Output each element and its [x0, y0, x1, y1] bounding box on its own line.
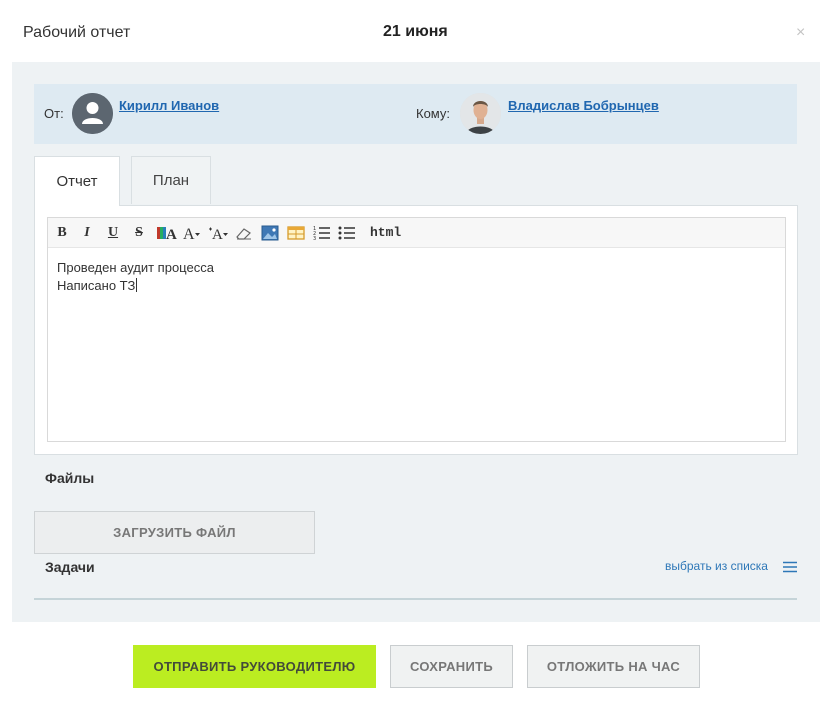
sender-avatar	[72, 93, 113, 134]
close-icon[interactable]: ×	[796, 24, 805, 42]
modal-title: Рабочий отчет	[23, 24, 131, 41]
eraser-icon	[236, 228, 251, 240]
font-size-up-icon: A	[183, 226, 200, 243]
tab-plan[interactable]: План	[131, 156, 211, 204]
editor-line-with-caret: Написано ТЗ	[57, 277, 214, 295]
report-date: 21 июня	[383, 23, 448, 40]
user-silhouette-icon	[72, 93, 113, 134]
strikethrough-button[interactable]: S	[132, 224, 146, 242]
italic-button[interactable]: I	[80, 224, 94, 242]
font-size-down-icon: A	[209, 227, 228, 243]
insert-image-button[interactable]	[260, 224, 280, 242]
editor-content[interactable]: Проведен аудит процесса Написано ТЗ	[57, 259, 214, 295]
to-label: Кому:	[416, 106, 450, 121]
html-mode-button[interactable]: html	[370, 224, 401, 242]
participants-bar: От: Кирилл Иванов Кому: Владислав Бобрын…	[34, 84, 797, 144]
files-label: Файлы	[45, 470, 95, 486]
svg-text:A: A	[166, 227, 177, 242]
recipient-avatar	[460, 93, 501, 134]
modal-header: Рабочий отчет 21 июня ×	[0, 0, 828, 62]
ordered-list-icon: 1 2 3	[313, 226, 330, 242]
recipient-photo-icon	[460, 93, 501, 134]
bullet-list-icon	[338, 226, 355, 240]
svg-text:A: A	[212, 227, 223, 242]
font-size-increase-button[interactable]: A	[182, 224, 202, 243]
editor-line-text: Написано ТЗ	[57, 278, 136, 293]
postpone-hour-button[interactable]: ОТЛОЖИТЬ НА ЧАС	[527, 645, 700, 688]
ordered-list-button[interactable]: 1 2 3	[312, 224, 332, 242]
from-label: От:	[44, 106, 64, 121]
sender-name-link[interactable]: Кирилл Иванов	[119, 98, 219, 113]
svg-text:3: 3	[313, 236, 316, 242]
table-icon	[287, 226, 305, 240]
tasks-label: Задачи	[45, 559, 95, 575]
bullet-list-button[interactable]	[337, 224, 357, 242]
rich-text-editor[interactable]: B I U S A A A 1 2 3 html Проведен аудит …	[47, 217, 786, 442]
insert-table-button[interactable]	[286, 224, 306, 242]
editor-line: Проведен аудит процесса	[57, 260, 214, 275]
eraser-button[interactable]	[234, 224, 254, 242]
send-to-manager-button[interactable]: ОТПРАВИТЬ РУКОВОДИТЕЛЮ	[133, 645, 376, 688]
choose-from-list-link[interactable]: выбрать из списка	[665, 559, 768, 573]
editor-container: B I U S A A A 1 2 3 html Проведен аудит …	[34, 205, 798, 455]
bold-button[interactable]: B	[55, 224, 69, 242]
tasks-divider	[34, 598, 797, 600]
underline-button[interactable]: U	[106, 224, 120, 242]
font-color-button[interactable]: A	[156, 224, 178, 243]
recipient-name-link[interactable]: Владислав Бобрынцев	[508, 98, 659, 113]
save-button[interactable]: СОХРАНИТЬ	[390, 645, 513, 688]
image-icon	[261, 225, 279, 241]
tab-report[interactable]: Отчет	[34, 156, 120, 206]
text-caret	[136, 278, 138, 292]
upload-file-button[interactable]: ЗАГРУЗИТЬ ФАЙЛ	[34, 511, 315, 554]
list-menu-icon[interactable]	[783, 560, 797, 578]
editor-toolbar: B I U S A A A 1 2 3 html	[48, 218, 785, 248]
font-size-decrease-button[interactable]: A	[208, 224, 230, 243]
font-color-icon: A	[157, 227, 177, 243]
svg-text:A: A	[183, 226, 195, 242]
